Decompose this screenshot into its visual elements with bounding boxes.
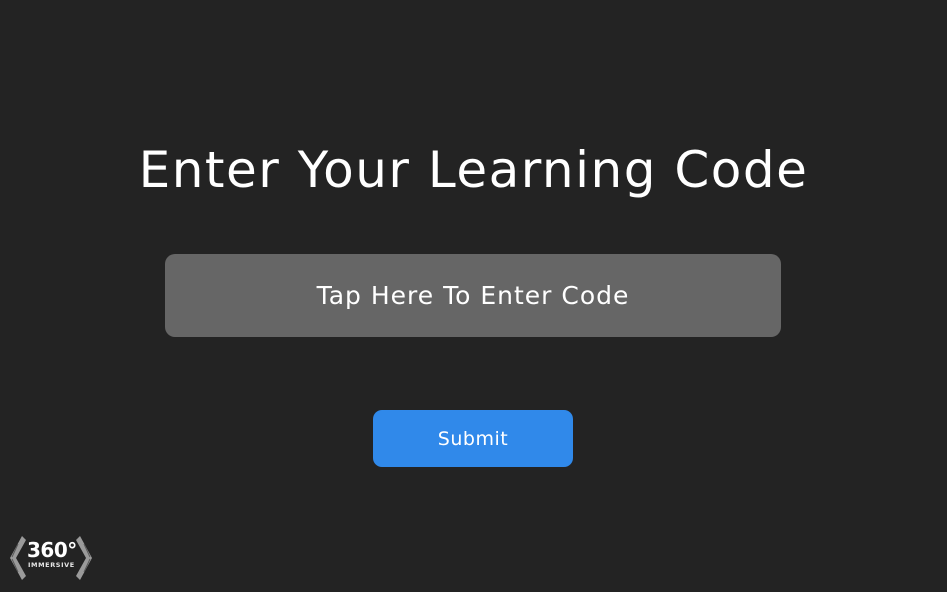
submit-button[interactable]: Submit xyxy=(373,410,573,467)
logo-subtitle: IMMERSIVE xyxy=(28,561,75,569)
brand-logo: 360° IMMERSIVE xyxy=(8,530,94,584)
page-title: Enter Your Learning Code xyxy=(138,141,809,199)
logo-number: 360° xyxy=(27,538,77,562)
code-input-field[interactable]: Tap Here To Enter Code xyxy=(165,254,781,337)
code-entry-screen: Enter Your Learning Code Tap Here To Ent… xyxy=(0,0,947,592)
code-input-placeholder: Tap Here To Enter Code xyxy=(316,281,630,310)
